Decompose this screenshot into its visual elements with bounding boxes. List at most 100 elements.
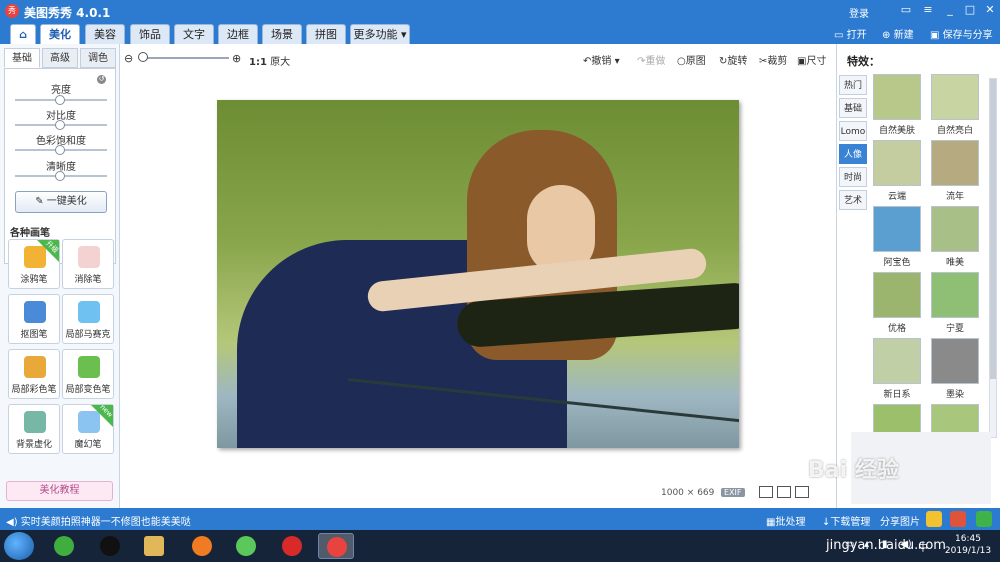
message-icon[interactable]: ▭ <box>898 3 914 17</box>
effect-thumbnail <box>873 338 921 384</box>
status-message[interactable]: ◀) 实时美颜拍照神器一不修图也能美美哒 <box>6 513 191 528</box>
effect-item[interactable]: 自然亮白 <box>931 74 979 136</box>
brush-doodle[interactable]: 升级 涂鸦笔 <box>8 239 60 289</box>
tab-beauty[interactable]: 美容 <box>85 24 125 44</box>
close-button[interactable]: ✕ <box>982 3 998 17</box>
zoom-slider[interactable] <box>141 57 229 59</box>
minimize-button[interactable]: _ <box>942 3 958 17</box>
effect-label: 新日系 <box>883 390 911 400</box>
subtab-basic[interactable]: 基础 <box>4 48 40 68</box>
effect-tab-lomo[interactable]: Lomo <box>839 121 867 141</box>
effect-label: 自然亮白 <box>936 126 973 136</box>
batch-label: 批处理 <box>775 517 806 528</box>
taskbar-app[interactable] <box>228 533 264 559</box>
single-view-icon[interactable] <box>759 486 773 498</box>
zoom-out-icon[interactable]: ⊖ <box>124 52 133 65</box>
batch-process-button[interactable]: ▦批处理 <box>766 513 805 528</box>
effect-tab-basic[interactable]: 基础 <box>839 98 867 118</box>
effect-item[interactable] <box>931 404 979 434</box>
grid-view-icon[interactable] <box>795 486 809 498</box>
brush-magic[interactable]: new 魔幻笔 <box>62 403 114 454</box>
brush-background-blur[interactable]: 背景虚化 <box>8 404 60 454</box>
taskbar-app[interactable] <box>274 533 310 559</box>
share-image-button[interactable]: 分享图片 <box>880 513 920 528</box>
zoom-knob[interactable] <box>138 52 148 62</box>
brush-eraser[interactable]: 消除笔 <box>62 239 114 289</box>
effect-label: 云端 <box>887 192 906 202</box>
taskbar-app[interactable] <box>136 533 172 559</box>
edited-photo[interactable]: ➤ <box>217 100 739 448</box>
crop-button[interactable]: ✂裁剪 <box>759 52 787 67</box>
saturation-knob[interactable] <box>55 145 65 155</box>
start-button[interactable] <box>4 532 34 560</box>
effect-label: 宁夏 <box>945 324 964 334</box>
subtab-color[interactable]: 调色 <box>80 48 116 68</box>
compare-view-icon[interactable] <box>777 486 791 498</box>
undo-dropdown-icon: ▾ <box>614 56 620 67</box>
download-manager-button[interactable]: ↓下载管理 <box>822 513 870 528</box>
effect-item[interactable]: 优格 <box>873 272 921 334</box>
brightness-knob[interactable] <box>55 95 65 105</box>
effect-item[interactable] <box>873 404 921 434</box>
original-size-button[interactable]: 1:1 原大 <box>249 53 290 68</box>
taskbar-app[interactable] <box>92 533 128 559</box>
effects-scrollbar[interactable] <box>989 78 997 438</box>
brush-local-recolor[interactable]: 局部变色笔 <box>62 349 114 399</box>
tab-more-functions[interactable]: 更多功能 ▾ <box>350 24 410 44</box>
save-share-button[interactable]: ▣ 保存与分享 <box>930 26 993 41</box>
tab-beautify[interactable]: 美化 <box>40 24 80 44</box>
login-link[interactable]: 登录 <box>849 5 869 20</box>
weibo-icon[interactable] <box>950 511 966 527</box>
effect-tab-portrait[interactable]: 人像 <box>839 144 867 164</box>
maximize-button[interactable]: □ <box>962 3 978 17</box>
tab-text[interactable]: 文字 <box>174 24 214 44</box>
rotate-button[interactable]: ↻旋转 <box>719 52 747 67</box>
redo-button[interactable]: ↷重做 <box>637 52 665 67</box>
brush-mosaic[interactable]: 局部马赛克 <box>62 294 114 344</box>
rotate-label: 旋转 <box>727 56 748 67</box>
effect-label: 墨染 <box>945 390 964 400</box>
effect-tab-fashion[interactable]: 时尚 <box>839 167 867 187</box>
one-key-beautify-button[interactable]: ✎ 一键美化 <box>15 191 107 213</box>
effect-tab-hot[interactable]: 热门 <box>839 75 867 95</box>
taskbar-clock[interactable]: 16:45 2019/1/13 <box>942 533 994 557</box>
effect-item[interactable]: 流年 <box>931 140 979 202</box>
tab-scene[interactable]: 场景 <box>262 24 302 44</box>
sharpness-knob[interactable] <box>55 171 65 181</box>
resize-button[interactable]: ▣尺寸 <box>797 52 826 67</box>
original-image-button[interactable]: ○原图 <box>677 52 706 67</box>
tab-frame[interactable]: 边框 <box>218 24 258 44</box>
undo-button[interactable]: ↶撤销 ▾ <box>583 52 620 67</box>
brush-cutout[interactable]: 抠图笔 <box>8 294 60 344</box>
effect-item[interactable]: 墨染 <box>931 338 979 400</box>
new-button[interactable]: ⊕ 新建 <box>882 26 914 41</box>
exif-button[interactable]: EXIF <box>721 488 745 497</box>
taskbar-app-meitu[interactable] <box>318 533 354 559</box>
home-tab[interactable]: ⌂ <box>10 24 36 44</box>
effect-item[interactable]: 唯美 <box>931 206 979 268</box>
contrast-knob[interactable] <box>55 120 65 130</box>
brightness-label: 亮度 <box>51 85 71 96</box>
star-icon[interactable] <box>926 511 942 527</box>
effect-item[interactable]: 阿宝色 <box>873 206 921 268</box>
original-label: 原图 <box>685 56 706 67</box>
effect-item[interactable]: 新日系 <box>873 338 921 400</box>
taskbar-app[interactable] <box>184 533 220 559</box>
effect-item[interactable]: 自然美肤 <box>873 74 921 136</box>
brush-local-color[interactable]: 局部彩色笔 <box>8 349 60 399</box>
open-button[interactable]: ▭ 打开 <box>834 26 867 41</box>
taskbar-app[interactable] <box>46 533 82 559</box>
effect-item[interactable]: 宁夏 <box>931 272 979 334</box>
tutorial-button[interactable]: 美化教程 <box>6 481 113 501</box>
plus-green-icon[interactable] <box>976 511 992 527</box>
zoom-in-icon[interactable]: ⊕ <box>232 52 241 65</box>
subtab-advanced[interactable]: 高级 <box>42 48 78 68</box>
save-icon: ▣ <box>930 30 940 41</box>
menu-icon[interactable]: ≡ <box>920 3 936 17</box>
tab-accessories[interactable]: 饰品 <box>130 24 170 44</box>
scrollbar-thumb[interactable] <box>990 79 996 379</box>
effect-tab-art[interactable]: 艺术 <box>839 190 867 210</box>
effect-item[interactable]: 云端 <box>873 140 921 202</box>
folder-icon <box>144 536 164 556</box>
tab-collage[interactable]: 拼图 <box>306 24 346 44</box>
